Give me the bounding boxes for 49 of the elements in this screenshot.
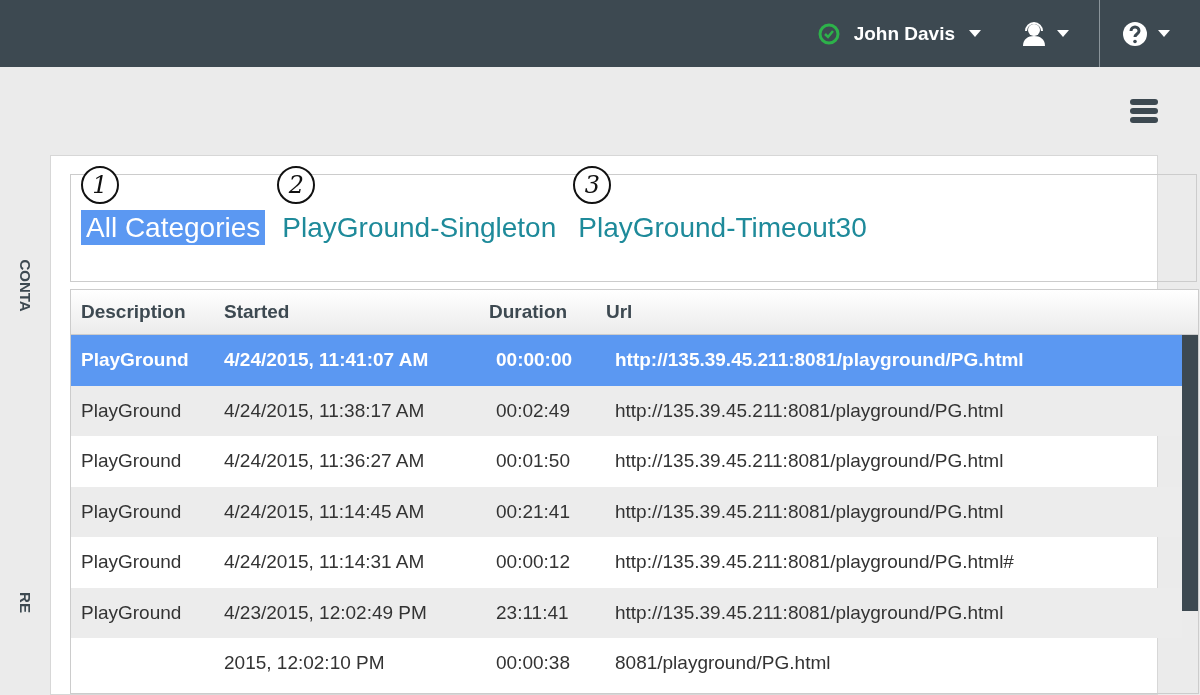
category-link[interactable]: PlayGround-Timeout30 (573, 210, 872, 245)
table-row[interactable]: PlayGround 4/24/2015, 11:36:27 AM 00:01:50 http://135.39.45.211:8081/playground/PG.html (71, 436, 1182, 487)
table-cell-text: PlayGround (80, 500, 183, 523)
table-cell-text: 8081/playground/PG.html (614, 652, 831, 675)
table-cell-text: http://135.39.45.211:8081/playground/PG.html# (614, 551, 1014, 574)
table-cell-text: http://135.39.45.211:8081/playground/PG.html (614, 450, 1004, 473)
caret-icon[interactable] (1057, 29, 1069, 38)
scrollbar-thumb[interactable] (1182, 335, 1198, 611)
callout-number: 1 (81, 166, 119, 204)
sidebar-tab[interactable]: RE (16, 592, 34, 613)
table-cell-text: http://135.39.45.211:8081/playground/PG.html (614, 349, 1024, 372)
table-row[interactable]: PlayGround 4/24/2015, 11:14:31 AM 00:00:12 http://135.39.45.211:8081/playground/PG.html# (71, 537, 1182, 588)
callout-number: 3 (573, 166, 612, 204)
table-cell-text: 4/24/2015, 11:14:31 AM (223, 551, 426, 574)
caret-icon[interactable] (1158, 29, 1170, 38)
table-cell-text: PlayGround (80, 450, 183, 473)
table-cell-text: PlayGround (80, 399, 183, 422)
table-cell-text: 00:01:50 (495, 450, 571, 473)
table-cell-text: 2015, 12:02:10 PM (223, 652, 386, 675)
column-header[interactable]: Started (216, 301, 479, 323)
menu-icon[interactable] (1130, 97, 1158, 125)
caret-icon[interactable] (969, 29, 981, 38)
table-cell-text: PlayGround (80, 349, 190, 372)
table-cell-text: 4/24/2015, 11:14:45 AM (223, 500, 426, 523)
table-cell-text: 00:00:12 (495, 551, 571, 574)
table-cell-text: 00:00:00 (495, 349, 574, 372)
table-cell-text: http://135.39.45.211:8081/playground/PG.html (614, 601, 1004, 624)
column-header[interactable]: Description (71, 301, 216, 323)
table-cell-text: http://135.39.45.211:8081/playground/PG.html (614, 500, 1004, 523)
user-menu[interactable]: John Davis (849, 22, 959, 45)
headset-person-icon[interactable] (1021, 20, 1047, 47)
help-icon[interactable] (1122, 20, 1148, 47)
table-cell-text: 4/23/2015, 12:02:49 PM (223, 601, 428, 624)
table-row[interactable]: 2015, 12:02:10 PM 00:00:38 8081/playground/PG.html (71, 638, 1182, 689)
table-cell-text: 4/24/2015, 11:36:27 AM (223, 450, 426, 473)
table-cell-text: 00:00:38 (495, 652, 571, 675)
column-header[interactable]: Url (592, 301, 633, 323)
table-cell-text: PlayGround (80, 601, 183, 624)
table-cell-text: 00:02:49 (495, 399, 571, 422)
table-cell-text: 00:21:41 (495, 500, 571, 523)
table-cell-text: 4/24/2015, 11:38:17 AM (223, 399, 426, 422)
table-cell-text: PlayGround (80, 551, 183, 574)
sidebar-tab[interactable]: CONTA (16, 259, 34, 312)
table-cell-text: 4/24/2015, 11:41:07 AM (223, 349, 430, 372)
column-header[interactable]: Duration (479, 301, 592, 323)
callout-number: 2 (277, 166, 316, 204)
table-cell-text: http://135.39.45.211:8081/playground/PG.html (614, 399, 1004, 422)
table-cell-text: 23:11:41 (495, 601, 570, 624)
category-link[interactable]: PlayGround-Singleton (277, 210, 562, 245)
